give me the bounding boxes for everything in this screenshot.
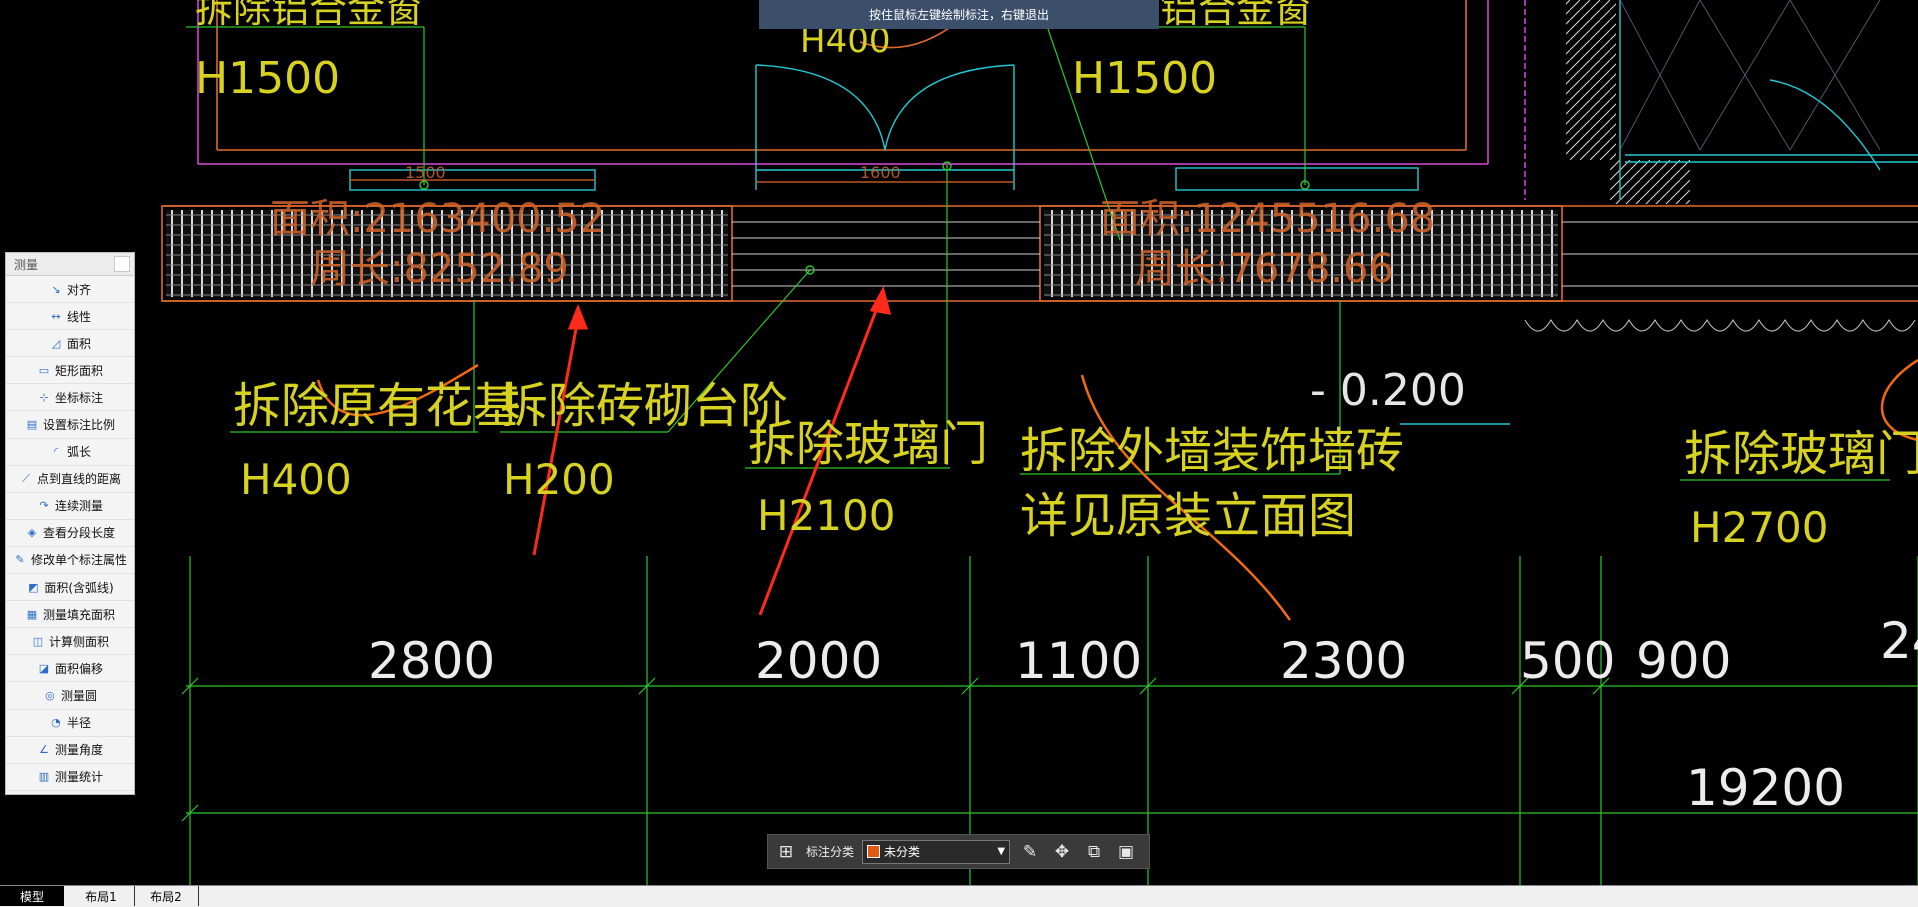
measure-panel-header: 测量 — [6, 253, 134, 276]
label-glass-door-right-h: H2700 — [1690, 503, 1828, 552]
label-area-right: 面积:1245516.68 — [1100, 196, 1435, 242]
tool-point-line[interactable]: ⟋ 点到直线的距离 — [6, 466, 134, 493]
hatch-column-2 — [1610, 160, 1690, 204]
label-top-right-height: H1500 — [1072, 53, 1217, 104]
move-icon[interactable]: ✥ — [1050, 842, 1074, 862]
scale-icon: ▤ — [26, 418, 38, 432]
arc-icon: ◜ — [53, 445, 59, 459]
coord-icon: ⊹ — [39, 390, 49, 404]
tool-segment[interactable]: ◈ 查看分段长度 — [6, 520, 134, 547]
measure-tool-list: ↘ 对齐 ↔ 线性 ◿ 面积 ▭ 矩形面积 ⊹ 坐标标注 ▤ 设置标注比例 ◜ 弧长 ⟋ 点到直… — [6, 276, 134, 791]
circle-icon: ◎ — [45, 688, 55, 702]
offset-area-icon: ◪ — [38, 661, 50, 675]
tool-rect-area[interactable]: ▭ 矩形面积 — [6, 357, 134, 385]
category-color-swatch — [867, 845, 881, 858]
fill-area-icon: ▦ — [26, 607, 38, 621]
dim-19200: 19200 — [1686, 759, 1845, 817]
grid-icon[interactable]: ⊞ — [774, 842, 798, 862]
hatch-column — [1566, 0, 1616, 160]
tool-scale[interactable]: ▤ 设置标注比例 — [6, 411, 134, 439]
edit-prop-icon: ✎ — [15, 553, 25, 567]
tooltip: 按住鼠标左键绘制标注，右键退出 — [759, 0, 1159, 29]
tool-offset-area[interactable]: ◪ 面积偏移 — [6, 655, 134, 683]
tool-circle[interactable]: ◎ 测量圆 — [6, 682, 134, 710]
tab-layout-1[interactable]: 布局1 — [68, 886, 135, 906]
continuous-icon: ↷ — [39, 499, 49, 513]
tool-side-area[interactable]: ◫ 计算侧面积 — [6, 628, 134, 656]
label-glass-door-right: 拆除玻璃门 — [1684, 426, 1918, 482]
dim-900: 900 — [1636, 632, 1731, 690]
edit-icon[interactable]: ✎ — [1018, 842, 1042, 862]
dim-500: 500 — [1520, 632, 1615, 690]
label-perim-right: 周长:7678.66 — [1135, 246, 1394, 292]
tool-fill-area[interactable]: ▦ 测量填充面积 — [6, 601, 134, 629]
label-dim-1500: 1500 — [405, 163, 446, 182]
copy-icon[interactable]: ⧉ — [1082, 842, 1106, 862]
dim-2000: 2000 — [755, 632, 882, 690]
tool-arc[interactable]: ◜ 弧长 — [6, 439, 134, 466]
rect-area-icon: ▭ — [38, 363, 50, 377]
category-select-value: 未分类 — [884, 845, 921, 859]
area-icon: ◿ — [51, 336, 61, 350]
annotation-category-select[interactable]: 未分类 ▼ — [862, 839, 1011, 864]
label-brick-steps: 拆除砖砌台阶 — [500, 378, 788, 434]
dim-2300: 2300 — [1280, 632, 1407, 690]
point-line-icon: ⟋ — [22, 471, 30, 485]
measure-panel: 测量 ↘ 对齐 ↔ 线性 ◿ 面积 ▭ 矩形面积 ⊹ 坐标标注 ▤ 设置标注比例 ◜ 弧长 ⟋… — [5, 252, 135, 795]
label-level: - 0.200 — [1310, 365, 1466, 416]
tab-layout-2[interactable]: 布局2 — [134, 886, 199, 906]
chevron-down-icon: ▼ — [997, 846, 1006, 857]
annotation-toolbar: ⊞ 标注分类 未分类 ▼ ✎ ✥ ⧉ ▣ — [767, 834, 1150, 869]
label-wall-tile-note: 详见原装立面图 — [1020, 488, 1356, 544]
radius-icon: ◔ — [51, 716, 61, 730]
panel-close-icon[interactable] — [114, 256, 130, 272]
label-flower-bed: 拆除原有花基 — [233, 378, 521, 434]
segment-icon: ◈ — [27, 526, 37, 540]
cad-drawing-canvas[interactable]: 拆除铝合金窗 H1500 H400 铝合金窗 H1500 拆除原有花基 H400… — [0, 0, 1918, 885]
tool-radius[interactable]: ◔ 半径 — [6, 710, 134, 737]
tool-continuous[interactable]: ↷ 连续测量 — [6, 493, 134, 520]
label-top-left-height: H1500 — [195, 53, 340, 104]
label-dim-1600: 1600 — [860, 163, 901, 182]
tool-stats[interactable]: ▥ 测量统计 — [6, 764, 134, 791]
label-perim-left: 周长:8252.89 — [310, 246, 569, 292]
align-dim-icon: ↘ — [51, 282, 61, 296]
stats-icon: ▥ — [38, 770, 50, 784]
tool-area[interactable]: ◿ 面积 — [6, 330, 134, 358]
label-brick-steps-h: H200 — [503, 455, 615, 504]
label-glass-door: 拆除玻璃门 — [748, 416, 988, 472]
label-wall-tile: 拆除外墙装饰墙砖 — [1020, 423, 1404, 479]
layout-tabs: 模型 布局1 布局2 — [0, 885, 1918, 907]
tool-coord[interactable]: ⊹ 坐标标注 — [6, 384, 134, 412]
dim-2800: 2800 — [368, 632, 495, 690]
tab-model[interactable]: 模型 — [0, 886, 64, 906]
tool-linear[interactable]: ↔ 线性 — [6, 303, 134, 331]
label-flower-bed-h: H400 — [240, 455, 352, 504]
dim-24: 24 — [1880, 612, 1918, 670]
label-top-right-title: 铝合金窗 — [1160, 0, 1312, 31]
tool-arc-area[interactable]: ◩ 面积(含弧线) — [6, 574, 134, 602]
angle-icon: ∠ — [39, 743, 49, 757]
label-glass-door-h: H2100 — [757, 491, 895, 540]
arc-area-icon: ◩ — [28, 580, 39, 594]
measure-panel-title: 测量 — [14, 257, 39, 272]
side-area-icon: ◫ — [32, 634, 44, 648]
annotation-category-label: 标注分类 — [806, 845, 855, 859]
dim-1100: 1100 — [1015, 632, 1142, 690]
tool-edit-prop[interactable]: ✎ 修改单个标注属性 — [6, 547, 134, 575]
label-top-left-title: 拆除铝合金窗 — [195, 0, 423, 31]
linear-dim-icon: ↔ — [51, 309, 61, 323]
label-area-left: 面积:2163400.52 — [270, 196, 605, 242]
tool-align[interactable]: ↘ 对齐 — [6, 276, 134, 304]
paste-icon[interactable]: ▣ — [1114, 842, 1138, 862]
tool-angle[interactable]: ∠ 测量角度 — [6, 737, 134, 764]
